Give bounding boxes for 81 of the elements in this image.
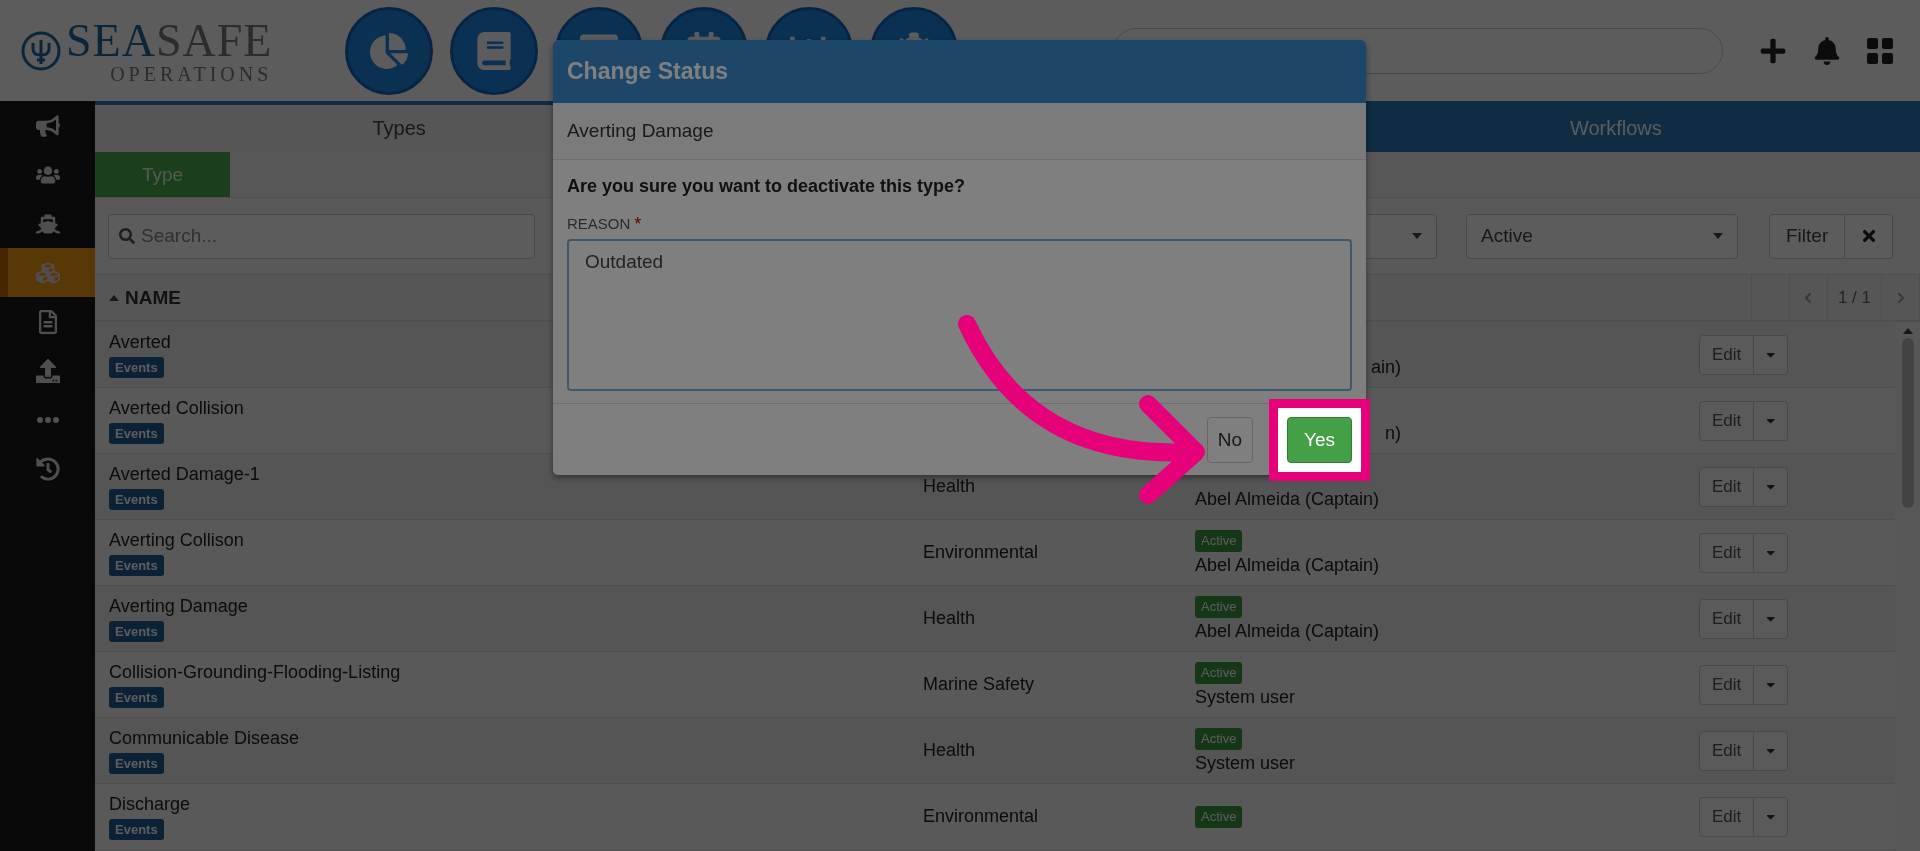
category-text: Environmental xyxy=(923,806,1039,826)
book-icon xyxy=(475,31,513,70)
type-name: Collision-Grounding-Flooding-Listing xyxy=(109,661,401,683)
bell-icon[interactable] xyxy=(1813,36,1841,65)
pie-chart-icon xyxy=(370,31,408,70)
required-mark: * xyxy=(634,215,642,233)
dialog-subject: Averting Damage xyxy=(553,103,1366,160)
status-dropdown[interactable]: Active xyxy=(1466,213,1738,259)
no-button[interactable]: No xyxy=(1206,416,1253,463)
status-badge: Active xyxy=(1195,805,1243,828)
events-tag: Events xyxy=(109,686,164,708)
events-tag: Events xyxy=(109,818,164,840)
more-icon xyxy=(36,416,59,423)
more-actions-button[interactable] xyxy=(1754,796,1789,837)
sidebar-item[interactable] xyxy=(0,248,95,297)
yes-button[interactable]: Yes xyxy=(1287,416,1352,463)
reason-field[interactable]: Outdated xyxy=(567,239,1352,391)
dialog-title: Change Status xyxy=(553,40,1366,103)
edit-button[interactable]: Edit xyxy=(1699,466,1755,507)
trident-logo-icon xyxy=(20,29,62,72)
more-actions-button[interactable] xyxy=(1754,730,1789,771)
edit-button[interactable]: Edit xyxy=(1699,532,1755,573)
category-text: Health xyxy=(923,740,976,760)
owner-text: ain) xyxy=(1371,356,1401,378)
edit-button[interactable]: Edit xyxy=(1699,664,1755,705)
owner-text: Abel Almeida (Captain) xyxy=(1195,554,1380,576)
dropdown-value: Active xyxy=(1481,225,1533,247)
column-header[interactable]: NAME xyxy=(109,286,181,309)
owner-text: Abel Almeida (Captain) xyxy=(1195,620,1380,642)
category-text: Marine Safety xyxy=(923,674,1035,694)
status-badge: Active xyxy=(1195,661,1243,684)
status-badge: Active xyxy=(1195,595,1243,618)
status-badge: Active xyxy=(1195,727,1243,750)
caret-icon xyxy=(1713,233,1723,239)
events-tag: Events xyxy=(109,752,164,774)
edit-button[interactable]: Edit xyxy=(1699,334,1755,375)
events-tag: Events xyxy=(109,356,164,378)
edit-button[interactable]: Edit xyxy=(1699,730,1755,771)
scroll-up-icon xyxy=(1902,328,1913,334)
owner-text: n) xyxy=(1385,422,1401,444)
events-tag: Events xyxy=(109,422,164,444)
edit-button[interactable]: Edit xyxy=(1699,598,1755,639)
type-name: Averting Collison xyxy=(109,529,244,551)
events-tag: Events xyxy=(109,620,164,642)
upload-icon xyxy=(35,358,60,383)
cubes-icon xyxy=(35,260,60,285)
history-icon xyxy=(35,456,60,481)
more-actions-button[interactable] xyxy=(1754,598,1789,639)
owner-text: System user xyxy=(1195,752,1296,774)
category-text: Health xyxy=(923,476,976,496)
filter-button[interactable]: Filter xyxy=(1769,213,1846,259)
type-name: Averted xyxy=(109,331,171,353)
type-name: Averted Collision xyxy=(109,397,244,419)
category-text: Environmental xyxy=(923,542,1039,562)
ship-icon xyxy=(35,211,60,236)
more-actions-button[interactable] xyxy=(1754,334,1789,375)
type-name: Discharge xyxy=(109,793,191,815)
search-icon xyxy=(119,228,135,244)
edit-button[interactable]: Edit xyxy=(1699,796,1755,837)
type-name: Communicable Disease xyxy=(109,727,300,749)
owner-text: System user xyxy=(1195,686,1296,708)
events-tag: Events xyxy=(109,554,164,576)
status-badge: Active xyxy=(1195,529,1243,552)
plus-icon[interactable] xyxy=(1759,36,1787,65)
category-text: Health xyxy=(923,608,976,628)
reason-label: REASON xyxy=(567,215,631,232)
more-actions-button[interactable] xyxy=(1754,532,1789,573)
clear-button[interactable] xyxy=(1845,213,1894,259)
grid-icon[interactable] xyxy=(1867,37,1893,64)
events-tag: Events xyxy=(109,488,164,510)
more-actions-button[interactable] xyxy=(1754,466,1789,507)
owner-text: Abel Almeida (Captain) xyxy=(1195,488,1380,510)
type-name: Averting Damage xyxy=(109,595,248,617)
edit-button[interactable]: Edit xyxy=(1699,400,1755,441)
megaphone-icon xyxy=(35,113,60,138)
more-actions-button[interactable] xyxy=(1754,400,1789,441)
column-label: NAME xyxy=(125,286,181,309)
more-actions-button[interactable] xyxy=(1754,664,1789,705)
caret-icon xyxy=(1412,233,1422,239)
confirm-question: Are you sure you want to deactivate this type? xyxy=(567,176,967,197)
type-name: Averted Damage-1 xyxy=(109,463,260,485)
